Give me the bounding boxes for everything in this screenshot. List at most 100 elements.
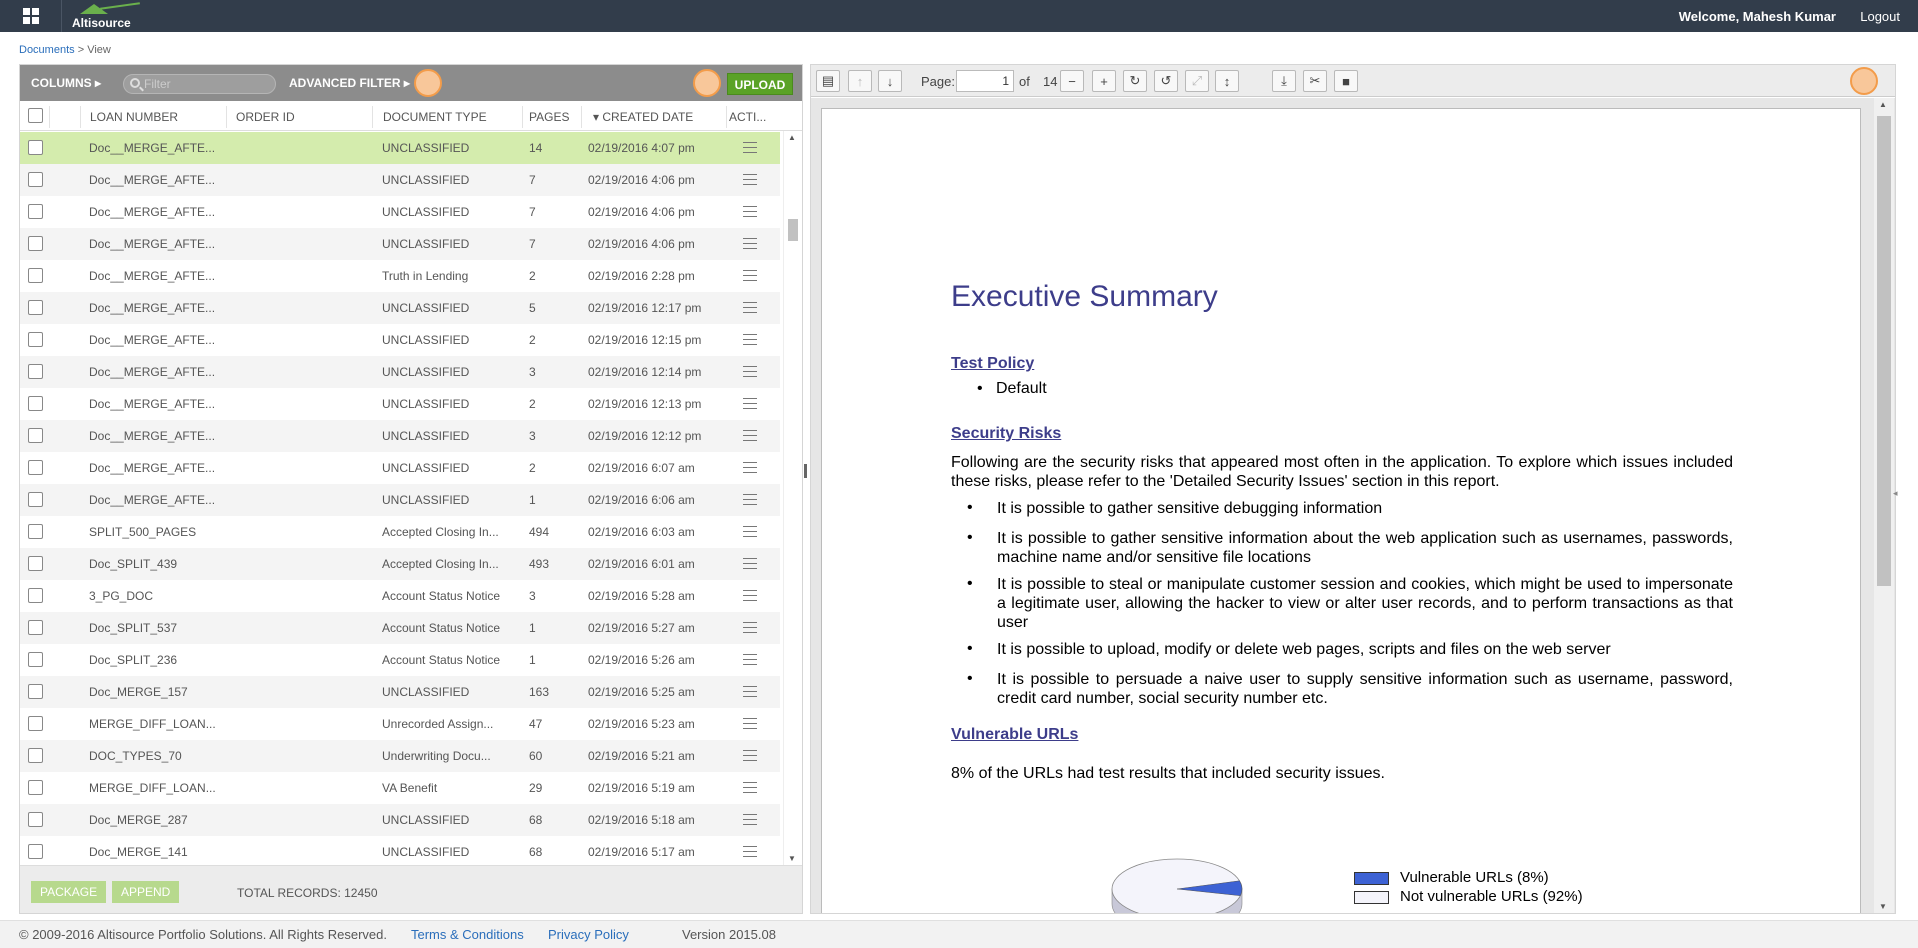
list-scrollbar[interactable]: ▲ ▼ <box>783 131 801 865</box>
table-row[interactable]: Doc__MERGE_AFTE... UNCLASSIFIED 2 02/19/201… <box>20 324 780 356</box>
split-icon[interactable]: ✂ <box>1303 70 1327 92</box>
cell-loan-number[interactable]: Doc__MERGE_AFTE... <box>89 269 221 283</box>
cell-loan-number[interactable]: Doc_SPLIT_236 <box>89 653 221 667</box>
col-loan-number[interactable]: LOAN NUMBER <box>90 110 178 124</box>
download-icon[interactable]: ⤓ <box>1272 70 1296 92</box>
table-row[interactable]: Doc__MERGE_AFTE... UNCLASSIFIED 3 02/19/201… <box>20 356 780 388</box>
thumbnails-icon[interactable]: ▤ <box>816 70 840 92</box>
cell-loan-number[interactable]: 3_PG_DOC <box>89 589 221 603</box>
scroll-thumb[interactable] <box>1877 116 1891 586</box>
row-checkbox[interactable] <box>28 524 43 539</box>
breadcrumb-documents[interactable]: Documents <box>19 44 75 56</box>
row-actions-menu-icon[interactable] <box>743 398 757 413</box>
collapse-arrow-icon[interactable]: ◂ <box>1893 488 1898 499</box>
cell-loan-number[interactable]: SPLIT_500_PAGES <box>89 525 221 539</box>
table-row[interactable]: SPLIT_500_PAGES Accepted Closing In... 494… <box>20 516 780 548</box>
row-actions-menu-icon[interactable] <box>743 622 757 637</box>
row-actions-menu-icon[interactable] <box>743 302 757 317</box>
row-checkbox[interactable] <box>28 844 43 859</box>
fit-height-icon[interactable]: ↕ <box>1215 70 1239 92</box>
row-checkbox[interactable] <box>28 204 43 219</box>
row-checkbox[interactable] <box>28 716 43 731</box>
row-actions-menu-icon[interactable] <box>743 174 757 189</box>
scroll-down-icon[interactable]: ▼ <box>788 854 796 863</box>
row-checkbox[interactable] <box>28 140 43 155</box>
table-row[interactable]: MERGE_DIFF_LOAN... Unrecorded Assign... 47… <box>20 708 780 740</box>
table-row[interactable]: Doc__MERGE_AFTE... UNCLASSIFIED 5 02/19/201… <box>20 292 780 324</box>
row-actions-menu-icon[interactable] <box>743 846 757 861</box>
scroll-thumb[interactable] <box>788 219 798 241</box>
row-actions-menu-icon[interactable] <box>743 462 757 477</box>
table-row[interactable]: Doc_SPLIT_439 Accepted Closing In... 493 02… <box>20 548 780 580</box>
row-checkbox[interactable] <box>28 588 43 603</box>
row-checkbox[interactable] <box>28 428 43 443</box>
col-created-date[interactable]: ▾ CREATED DATE <box>593 110 693 124</box>
viewer-scrollbar[interactable]: ▲ ▼ <box>1874 98 1894 913</box>
cell-loan-number[interactable]: Doc__MERGE_AFTE... <box>89 461 221 475</box>
row-checkbox[interactable] <box>28 460 43 475</box>
table-row[interactable]: Doc__MERGE_AFTE... UNCLASSIFIED 1 02/19/201… <box>20 484 780 516</box>
columns-menu[interactable]: COLUMNS ▸ <box>31 76 101 90</box>
fit-page-icon[interactable]: ⤢ <box>1185 70 1209 92</box>
zoom-out-icon[interactable]: − <box>1060 70 1084 92</box>
row-checkbox[interactable] <box>28 620 43 635</box>
col-pages[interactable]: PAGES <box>529 110 569 124</box>
row-actions-menu-icon[interactable] <box>743 686 757 701</box>
row-actions-menu-icon[interactable] <box>743 142 757 157</box>
row-actions-menu-icon[interactable] <box>743 814 757 829</box>
filter-box[interactable] <box>123 74 276 94</box>
cell-loan-number[interactable]: Doc_MERGE_287 <box>89 813 221 827</box>
row-checkbox[interactable] <box>28 332 43 347</box>
rotate-counterclockwise-icon[interactable]: ↺ <box>1154 70 1178 92</box>
cell-loan-number[interactable]: Doc_SPLIT_537 <box>89 621 221 635</box>
app-menu-button[interactable] <box>0 0 62 32</box>
prev-page-icon[interactable]: ↑ <box>848 70 872 92</box>
row-actions-menu-icon[interactable] <box>743 270 757 285</box>
cell-loan-number[interactable]: Doc_MERGE_157 <box>89 685 221 699</box>
row-actions-menu-icon[interactable] <box>743 750 757 765</box>
append-button[interactable]: APPEND <box>112 881 180 903</box>
row-checkbox[interactable] <box>28 812 43 827</box>
select-all-checkbox[interactable] <box>28 108 43 123</box>
page-number-input[interactable]: 1 <box>956 70 1014 92</box>
scroll-down-icon[interactable]: ▼ <box>1879 902 1887 911</box>
row-checkbox[interactable] <box>28 492 43 507</box>
row-actions-menu-icon[interactable] <box>743 718 757 733</box>
row-actions-menu-icon[interactable] <box>743 558 757 573</box>
row-actions-menu-icon[interactable] <box>743 238 757 253</box>
panel-splitter[interactable] <box>803 460 809 500</box>
row-checkbox[interactable] <box>28 556 43 571</box>
row-checkbox[interactable] <box>28 364 43 379</box>
cell-loan-number[interactable]: DOC_TYPES_70 <box>89 749 221 763</box>
col-actions[interactable]: ACTI... <box>729 110 766 124</box>
col-order-id[interactable]: ORDER ID <box>236 110 295 124</box>
row-actions-menu-icon[interactable] <box>743 590 757 605</box>
cell-loan-number[interactable]: Doc__MERGE_AFTE... <box>89 173 221 187</box>
zoom-in-icon[interactable]: + <box>1092 70 1116 92</box>
table-row[interactable]: Doc_MERGE_287 UNCLASSIFIED 68 02/19/2016 5:… <box>20 804 780 836</box>
advanced-filter-menu[interactable]: ADVANCED FILTER ▸ <box>289 76 410 90</box>
upload-button[interactable]: UPLOAD <box>727 73 793 95</box>
cell-loan-number[interactable]: Doc__MERGE_AFTE... <box>89 237 221 251</box>
logout-link[interactable]: Logout <box>1860 9 1900 24</box>
row-actions-menu-icon[interactable] <box>743 206 757 221</box>
privacy-link[interactable]: Privacy Policy <box>548 927 629 942</box>
table-row[interactable]: Doc__MERGE_AFTE... UNCLASSIFIED 2 02/19/201… <box>20 388 780 420</box>
table-row[interactable]: MERGE_DIFF_LOAN... VA Benefit 29 02/19/2016… <box>20 772 780 804</box>
table-row[interactable]: Doc_MERGE_157 UNCLASSIFIED 163 02/19/2016 5… <box>20 676 780 708</box>
row-checkbox[interactable] <box>28 684 43 699</box>
table-row[interactable]: Doc__MERGE_AFTE... UNCLASSIFIED 7 02/19/201… <box>20 164 780 196</box>
row-checkbox[interactable] <box>28 780 43 795</box>
pdf-viewport[interactable]: Executive Summary Test Policy • Default … <box>811 98 1895 913</box>
row-actions-menu-icon[interactable] <box>743 526 757 541</box>
table-row[interactable]: Doc__MERGE_AFTE... Truth in Lending 2 02/19… <box>20 260 780 292</box>
cell-loan-number[interactable]: Doc_MERGE_141 <box>89 845 221 859</box>
row-checkbox[interactable] <box>28 236 43 251</box>
rotate-clockwise-icon[interactable]: ↻ <box>1123 70 1147 92</box>
table-row[interactable]: Doc__MERGE_AFTE... UNCLASSIFIED 14 02/19/20… <box>20 132 780 164</box>
table-row[interactable]: DOC_TYPES_70 Underwriting Docu... 60 02/19/… <box>20 740 780 772</box>
cell-loan-number[interactable]: Doc_SPLIT_439 <box>89 557 221 571</box>
row-checkbox[interactable] <box>28 172 43 187</box>
row-actions-menu-icon[interactable] <box>743 494 757 509</box>
cell-loan-number[interactable]: Doc__MERGE_AFTE... <box>89 141 221 155</box>
